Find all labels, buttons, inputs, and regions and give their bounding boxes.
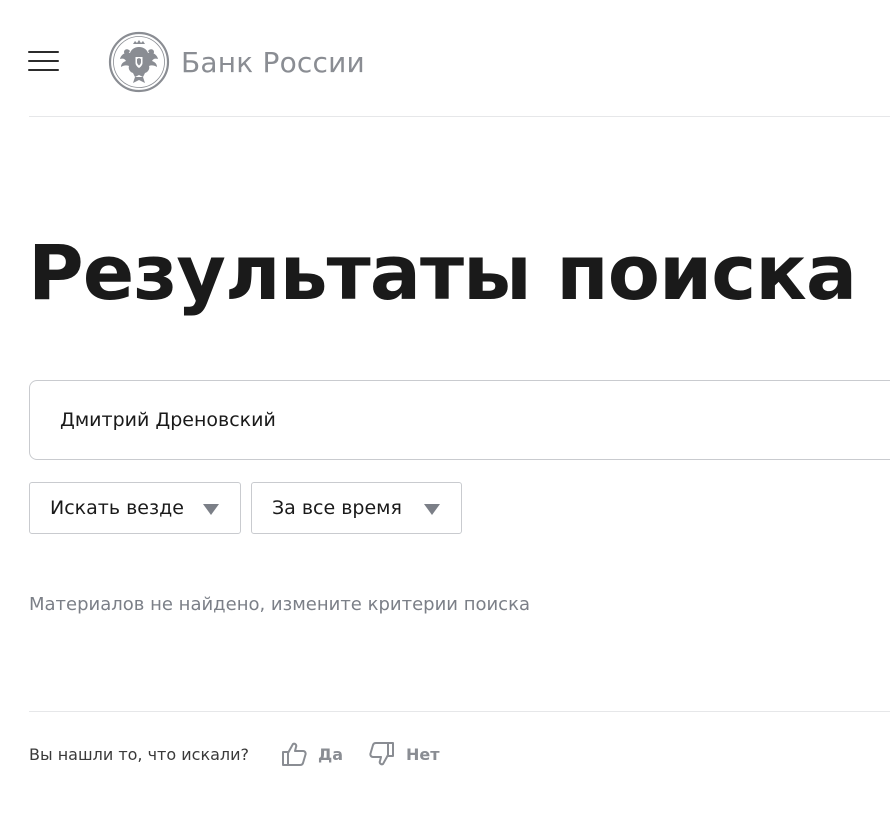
page-title: Результаты поиска (28, 228, 857, 317)
scope-dropdown[interactable]: Искать везде (29, 482, 241, 534)
hamburger-icon-line (28, 51, 59, 53)
header: Банк России (0, 0, 890, 117)
menu-button[interactable] (28, 49, 60, 73)
hamburger-icon-line (28, 69, 59, 71)
feedback-yes-button[interactable]: Да (280, 738, 343, 770)
thumbs-up-icon (282, 742, 307, 766)
feedback-no-button[interactable]: Нет (368, 738, 440, 770)
empty-results-message: Материалов не найдено, измените критерии… (29, 594, 530, 615)
search-input[interactable] (60, 381, 880, 459)
triangle-down-icon (424, 504, 440, 515)
feedback-yes-label: Да (318, 744, 344, 764)
search-box (29, 380, 890, 460)
triangle-down-icon (203, 504, 219, 515)
page: Банк России Результаты поиска Искать вез… (0, 0, 890, 817)
logo-text: Банк России (181, 45, 365, 79)
period-dropdown[interactable]: За все время (251, 482, 462, 534)
scope-dropdown-label: Искать везде (50, 497, 184, 519)
feedback-question: Вы нашли то, что искали? (29, 745, 250, 764)
thumbs-down-icon (369, 742, 394, 766)
period-dropdown-label: За все время (272, 497, 402, 519)
hamburger-icon-line (28, 60, 59, 62)
double-headed-eagle-icon (108, 31, 170, 93)
logo-link[interactable]: Банк России (108, 31, 365, 93)
header-divider (29, 116, 890, 117)
feedback-divider (29, 711, 890, 712)
feedback-no-label: Нет (406, 744, 440, 764)
